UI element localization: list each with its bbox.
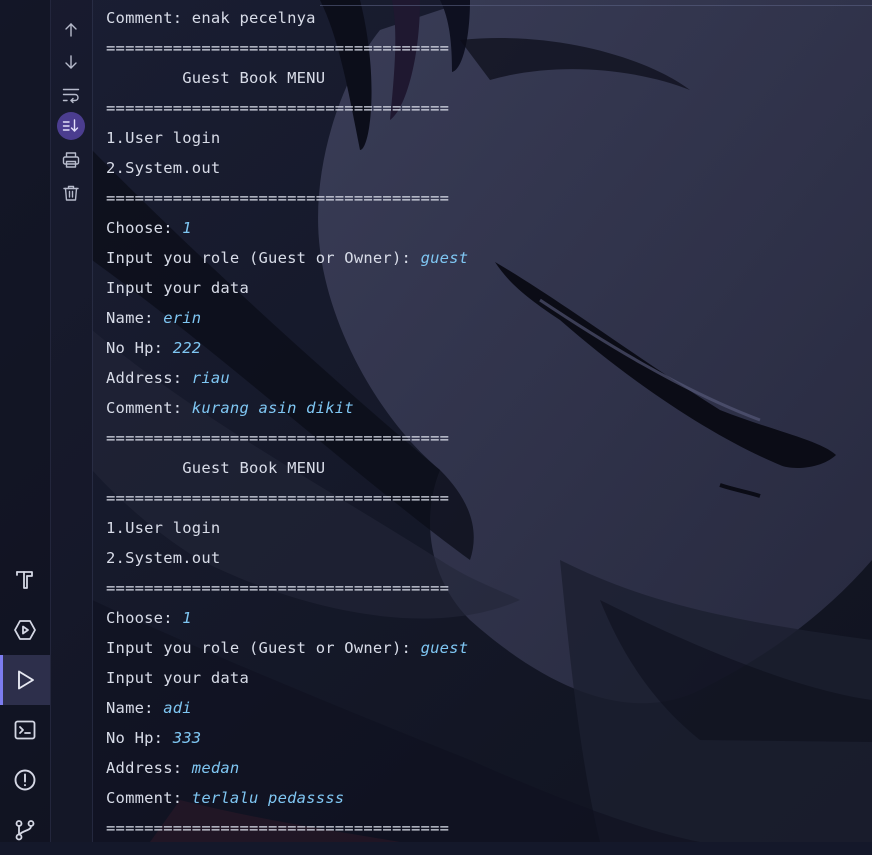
console-output-text: ==================================== <box>106 819 450 837</box>
console-output-text: Guest Book MENU <box>106 69 326 87</box>
console-output-text: Comment: <box>106 789 192 807</box>
console-line: ==================================== <box>106 573 872 603</box>
console-line: ==================================== <box>106 33 872 63</box>
console-output-text: 1.User login <box>106 129 221 147</box>
console-line: ==================================== <box>106 93 872 123</box>
soft-wrap-icon <box>62 86 80 104</box>
console-output-text: Input your data <box>106 669 249 687</box>
print-button[interactable] <box>57 146 85 174</box>
scroll-up-button[interactable] <box>57 16 85 44</box>
console-user-input: 1 <box>182 219 192 237</box>
console-output-text: Name: <box>106 699 164 717</box>
console-line: ==================================== <box>106 423 872 453</box>
clear-all-button[interactable] <box>57 179 85 207</box>
console-user-input: terlalu pedassss <box>191 789 345 807</box>
console-output-text: ==================================== <box>106 579 450 597</box>
console-user-input: guest <box>420 249 469 267</box>
problems-icon <box>13 768 37 792</box>
activity-bar <box>0 0 51 842</box>
console-output-text: Address: <box>106 759 192 777</box>
console-user-input: guest <box>420 639 469 657</box>
console-line: Input you role (Guest or Owner): guest <box>106 243 872 273</box>
console-output-text: ==================================== <box>106 189 450 207</box>
services-button[interactable] <box>0 605 50 655</box>
console-line: Guest Book MENU <box>106 453 872 483</box>
terminal-icon <box>13 718 37 742</box>
console-output-text: Name: <box>106 309 164 327</box>
run-toolbar <box>50 0 93 842</box>
console-output-text: 2.System.out <box>106 549 221 567</box>
console-line: Choose: 1 <box>106 603 872 633</box>
console-user-input: 222 <box>172 339 202 357</box>
terminal-button[interactable] <box>0 705 50 755</box>
console-output[interactable]: Comment: enak pecelnya ==================… <box>106 3 872 843</box>
console-line: Comment: kurang asin dikit <box>106 393 872 423</box>
scroll-up-icon <box>63 22 79 38</box>
console-line: Input your data <box>106 663 872 693</box>
console-output-text: No Hp: <box>106 339 173 357</box>
console-output-text: Address: <box>106 369 192 387</box>
console-output-text: Choose: <box>106 219 183 237</box>
console-line: Comment: enak pecelnya <box>106 3 872 33</box>
git-icon <box>13 818 37 842</box>
git-button[interactable] <box>0 805 50 855</box>
console-output-text: Input you role (Guest or Owner): <box>106 639 421 657</box>
console-line: ==================================== <box>106 813 872 843</box>
console-user-input: 333 <box>172 729 202 747</box>
console-line: Address: riau <box>106 363 872 393</box>
scroll-down-icon <box>63 54 79 70</box>
services-icon <box>13 618 37 642</box>
console-user-input: riau <box>191 369 230 387</box>
console-output-text: Input your data <box>106 279 249 297</box>
console-output-text: Guest Book MENU <box>106 459 326 477</box>
console-line: No Hp: 222 <box>106 333 872 363</box>
console-line: Comment: terlalu pedassss <box>106 783 872 813</box>
console-output-text: Comment: enak pecelnya <box>106 9 316 27</box>
console-output-text: 1.User login <box>106 519 221 537</box>
console-output-text: ==================================== <box>106 39 450 57</box>
console-line: ==================================== <box>106 183 872 213</box>
console-line: Name: erin <box>106 303 872 333</box>
console-line: No Hp: 333 <box>106 723 872 753</box>
console-output-text: Choose: <box>106 609 183 627</box>
soft-wrap-button[interactable] <box>57 81 85 109</box>
console-line: Guest Book MENU <box>106 63 872 93</box>
print-icon <box>62 151 80 169</box>
console-user-input: 1 <box>182 609 192 627</box>
console-line: 1.User login <box>106 513 872 543</box>
console-output-text: Input you role (Guest or Owner): <box>106 249 421 267</box>
build-icon <box>13 568 37 592</box>
console-output-text: ==================================== <box>106 429 450 447</box>
console-line: 2.System.out <box>106 153 872 183</box>
run-icon <box>13 668 37 692</box>
console-user-input: medan <box>191 759 240 777</box>
console-line: 1.User login <box>106 123 872 153</box>
console-line: 2.System.out <box>106 543 872 573</box>
clear-all-icon <box>62 184 80 202</box>
console-output-text: 2.System.out <box>106 159 221 177</box>
console-line: ==================================== <box>106 483 872 513</box>
console-line: Name: adi <box>106 693 872 723</box>
console-output-text: Comment: <box>106 399 192 417</box>
build-button[interactable] <box>0 555 50 605</box>
console-user-input: adi <box>163 699 192 717</box>
console-line: Choose: 1 <box>106 213 872 243</box>
console-line: Input you role (Guest or Owner): guest <box>106 633 872 663</box>
scroll-down-button[interactable] <box>57 48 85 76</box>
console-output-text: ==================================== <box>106 489 450 507</box>
scroll-to-end-icon <box>62 117 80 135</box>
console-line: Address: medan <box>106 753 872 783</box>
console-output-text: ==================================== <box>106 99 450 117</box>
run-button[interactable] <box>0 655 50 705</box>
problems-button[interactable] <box>0 755 50 805</box>
console-output-text: No Hp: <box>106 729 173 747</box>
console-line: Input your data <box>106 273 872 303</box>
console-user-input: erin <box>163 309 202 327</box>
scroll-to-end-toggle[interactable] <box>57 112 85 140</box>
console-user-input: kurang asin dikit <box>191 399 354 417</box>
